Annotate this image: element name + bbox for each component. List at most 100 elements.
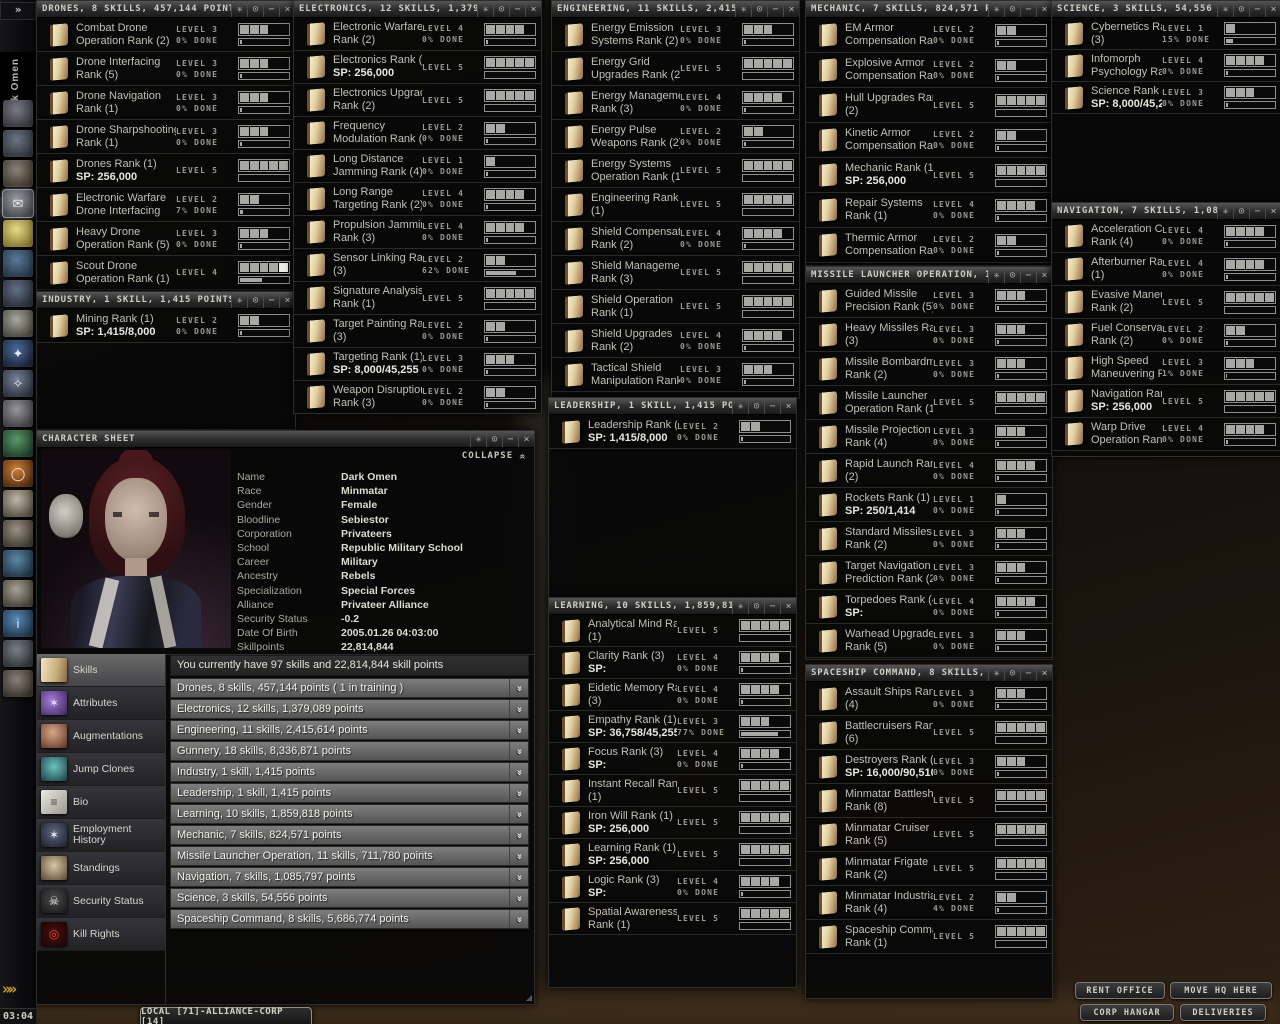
mail-icon[interactable]: ✉ (2, 189, 34, 218)
window-titlebar[interactable]: NAVIGATION, 7 SKILLS, 1,085,797 POIN✳⊙−× (1052, 203, 1280, 220)
skill-row[interactable]: Fuel ConservationRank (2)LEVEL 20% DONE (1052, 319, 1280, 352)
skill-row[interactable]: Missile Projection Rank (4) LEVEL 3 0% DONE (806, 420, 1052, 454)
skill-row[interactable]: Learning Rank (1) SP: 256,000 LEVEL 5 (549, 839, 796, 871)
close-icon[interactable]: × (518, 431, 534, 447)
minimize-icon[interactable]: − (1020, 1, 1036, 17)
skill-row[interactable]: Destroyers Rank (2)SP: 16,000/90,510LEVE… (806, 750, 1052, 784)
skill-row[interactable]: Minmatar Frigate Rank (2) LEVEL 5 (806, 852, 1052, 886)
hangar-icon[interactable] (3, 640, 33, 667)
skill-row[interactable]: Scout Drone Operation Rank (1) LEVEL 4 (37, 256, 295, 290)
skill-row[interactable]: Targeting Rank (1) SP: 8,000/45,255 LEVEL … (294, 348, 541, 381)
journal-icon[interactable] (3, 310, 33, 337)
minimize-icon[interactable]: − (767, 1, 783, 17)
skill-category-row[interactable]: Drones, 8 skills, 457,144 points ( 1 in … (170, 678, 529, 698)
close-icon[interactable]: × (1036, 1, 1052, 17)
resize-handle[interactable]: ◢ (526, 993, 532, 1002)
skill-row[interactable]: Drones Rank (1) SP: 256,000 LEVEL 5 (37, 154, 295, 188)
pin-icon[interactable]: ✳ (477, 1, 493, 17)
skill-row[interactable]: Mechanic Rank (1) SP: 256,000 LEVEL 5 (806, 158, 1052, 193)
tab-employment-history[interactable]: ✶ Employment History (37, 819, 165, 852)
skill-row[interactable]: Warp DriveOperation Rank (1)LEVEL 40% DO… (1052, 418, 1280, 451)
wallet-isk-icon[interactable] (3, 430, 33, 457)
info-icon[interactable]: i (3, 610, 33, 637)
pin-icon[interactable]: ✳ (732, 398, 748, 414)
tab-skills[interactable]: Skills (37, 654, 165, 687)
pin-icon[interactable]: ✳ (988, 1, 1004, 17)
station-button-move-hq-here[interactable]: MOVE HQ HERE (1170, 982, 1272, 999)
collapse-button[interactable]: COLLAPSE » (462, 451, 530, 461)
skill-category-row[interactable]: Leadership, 1 skill, 1,415 points» (170, 783, 529, 803)
skill-row[interactable]: Long Distance Jamming Rank (4) LEVEL 1 0% D… (294, 150, 541, 183)
skill-row[interactable]: Explosive ArmorCompensation RankLEVEL 20… (806, 53, 1052, 88)
skill-row[interactable]: Drone Navigation Rank (1) LEVEL 3 0% DONE (37, 86, 295, 120)
station-button-deliveries[interactable]: DELIVERIES (1180, 1004, 1266, 1021)
skill-row[interactable]: Minmatar Industrial Rank (4) LEVEL 2 4% DON… (806, 886, 1052, 920)
station-button-corp-hangar[interactable]: CORP HANGAR (1080, 1004, 1174, 1021)
station-button-rent-office[interactable]: RENT OFFICE (1075, 982, 1165, 999)
close-icon[interactable]: × (525, 1, 541, 17)
pin-icon[interactable]: ✳ (735, 1, 751, 17)
skill-row[interactable]: Energy Pulse Weapons Rank (2) LEVEL 2 0% DO… (552, 120, 799, 154)
skill-row[interactable]: Logic Rank (3) SP: LEVEL 4 0% DONE (549, 871, 796, 903)
skill-row[interactable]: Minmatar Battleship Rank (8) LEVEL 5 (806, 784, 1052, 818)
skill-row[interactable]: Acceleration ControlRank (4)LEVEL 40% DO… (1052, 220, 1280, 253)
close-icon[interactable]: × (1036, 267, 1052, 283)
close-icon[interactable]: × (780, 398, 796, 414)
skill-row[interactable]: Evasive ManeuveringRank (2)LEVEL 5 (1052, 286, 1280, 319)
skill-row[interactable]: Standard Missiles Rank (2) LEVEL 3 0% DONE (806, 522, 1052, 556)
contacts-icon[interactable] (3, 520, 33, 547)
pin-icon[interactable]: ✳ (732, 598, 748, 614)
skill-row[interactable]: Shield Upgrades Rank (2) LEVEL 4 0% DONE (552, 324, 799, 358)
tab-jump-clones[interactable]: Jump Clones (37, 753, 165, 786)
tab-standings[interactable]: Standings (37, 852, 165, 885)
settings-icon[interactable]: ⊙ (247, 292, 263, 308)
skill-row[interactable]: Cybernetics Rank(3)LEVEL 115% DONE (1052, 18, 1280, 50)
skill-row[interactable]: Drone Interfacing Rank (5) LEVEL 3 0% DONE (37, 52, 295, 86)
close-icon[interactable]: × (780, 598, 796, 614)
skill-row[interactable]: Shield Operation Rank (1) LEVEL 5 (552, 290, 799, 324)
skill-row[interactable]: Electronic Warfare Drone Interfacing LEVEL… (37, 188, 295, 222)
window-titlebar[interactable]: SCIENCE, 3 SKILLS, 54,556 POINTS✳⊙−× (1052, 1, 1280, 18)
window-titlebar[interactable]: MISSILE LAUNCHER OPERATION, 11 SKIL✳⊙−× (806, 267, 1052, 284)
minimize-icon[interactable]: − (263, 292, 279, 308)
skill-category-row[interactable]: Engineering, 11 skills, 2,415,614 points… (170, 720, 529, 740)
skill-row[interactable]: Sensor Linking Rank(3)LEVEL 262% DONE (294, 249, 541, 282)
skill-row[interactable]: Battlecruisers Rank (6) LEVEL 5 (806, 716, 1052, 750)
skill-category-row[interactable]: Mechanic, 7 skills, 824,571 points» (170, 825, 529, 845)
browser-icon[interactable] (3, 550, 33, 577)
neocom-chevrons-icon[interactable]: »» (2, 980, 17, 998)
skill-row[interactable]: Energy ManagementRank (3)LEVEL 40% DONE (552, 86, 799, 120)
window-titlebar[interactable]: LEADERSHIP, 1 SKILL, 1,415 POINTS✳⊙−× (549, 398, 796, 415)
window-titlebar[interactable]: MECHANIC, 7 SKILLS, 824,571 POINTS✳⊙−× (806, 1, 1052, 18)
skill-row[interactable]: Energy Grid Upgrades Rank (2) LEVEL 5 (552, 52, 799, 86)
constellation-icon[interactable]: ✧ (3, 370, 33, 397)
settings-icon[interactable]: ⊙ (486, 431, 502, 447)
skill-row[interactable]: Navigation Rank (1)SP: 256,000LEVEL 5 (1052, 385, 1280, 418)
settings-icon[interactable]: ⊙ (748, 398, 764, 414)
market-icon[interactable] (3, 280, 33, 307)
skill-row[interactable]: Rockets Rank (1) SP: 250/1,414 LEVEL 1 0% D… (806, 488, 1052, 522)
pin-icon[interactable]: ✳ (470, 431, 486, 447)
skill-row[interactable]: Combat Drone Operation Rank (2) LEVEL 3 0% … (37, 18, 295, 52)
skill-row[interactable]: Heavy Drone Operation Rank (5) LEVEL 3 0% D… (37, 222, 295, 256)
skill-row[interactable]: Empathy Rank (1) SP: 36,758/45,255 LEVEL 3… (549, 711, 796, 743)
ship-icon[interactable] (3, 130, 33, 157)
skill-row[interactable]: Leadership Rank (1)SP: 1,415/8,000LEVEL … (549, 415, 796, 449)
pin-icon[interactable]: ✳ (1217, 203, 1233, 219)
skill-category-row[interactable]: Industry, 1 skill, 1,415 points» (170, 762, 529, 782)
skill-row[interactable]: Electronics UpgradesRank (2)LEVEL 5 (294, 84, 541, 117)
character-sheet-icon[interactable] (3, 100, 33, 127)
skill-category-row[interactable]: Gunnery, 18 skills, 8,336,871 points» (170, 741, 529, 761)
skill-row[interactable]: Kinetic ArmorCompensation RankLEVEL 20% … (806, 123, 1052, 158)
minimize-icon[interactable]: − (764, 598, 780, 614)
skill-row[interactable]: Instant Recall Rank (1) LEVEL 5 (549, 775, 796, 807)
skill-row[interactable]: InfomorphPsychology RankLEVEL 40% DONE (1052, 50, 1280, 82)
tab-bio[interactable]: ≡ Bio (37, 786, 165, 819)
window-titlebar[interactable]: SPACESHIP COMMAND, 8 SKILLS, 5,686✳⊙−× (806, 665, 1052, 682)
skill-row[interactable]: Weapon Disruption Rank (3) LEVEL 2 0% DONE (294, 381, 541, 412)
skill-category-row[interactable]: Electronics, 12 skills, 1,379,089 points… (170, 699, 529, 719)
map-icon[interactable]: ✦ (3, 340, 33, 367)
skill-row[interactable]: Energy Systems Operation Rank (1) LEVEL 5 (552, 154, 799, 188)
minimize-icon[interactable]: − (1249, 1, 1265, 17)
skill-row[interactable]: Spatial Awareness Rank (1) LEVEL 5 (549, 903, 796, 935)
